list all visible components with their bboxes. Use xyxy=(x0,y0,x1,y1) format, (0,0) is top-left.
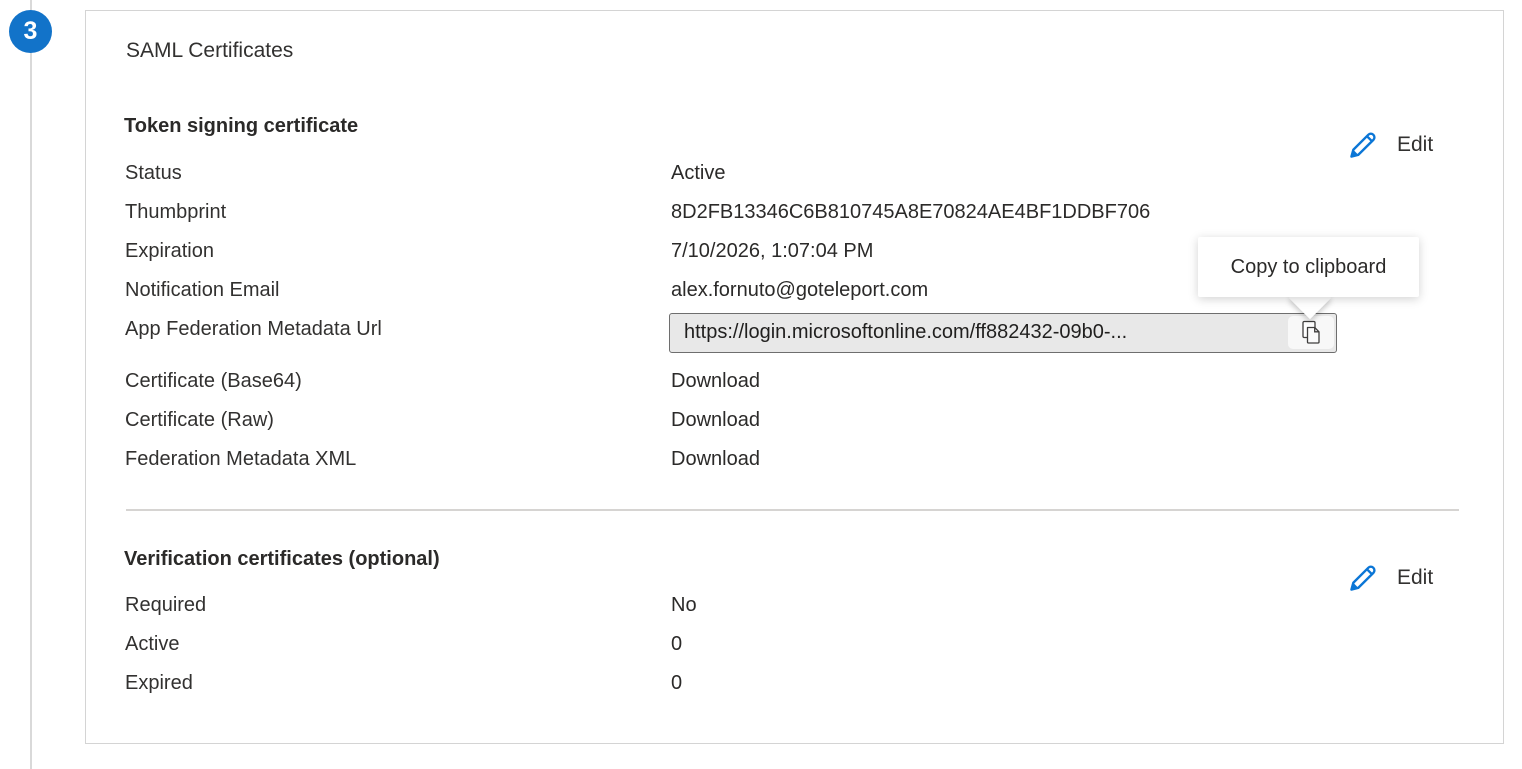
expired-count-label: Expired xyxy=(125,672,193,695)
required-row: Required No xyxy=(86,594,1503,618)
expired-count-row: Expired 0 xyxy=(86,672,1503,696)
download-federation-metadata-xml-link[interactable]: Download xyxy=(671,448,760,471)
app-federation-metadata-url-field[interactable]: https://login.microsoftonline.com/ff8824… xyxy=(669,313,1337,353)
thumbprint-label: Thumbprint xyxy=(125,201,226,224)
copy-icon xyxy=(1300,319,1322,346)
expired-count-value: 0 xyxy=(671,672,682,695)
copy-to-clipboard-tooltip: Copy to clipboard xyxy=(1198,237,1419,297)
expiration-value: 7/10/2026, 1:07:04 PM xyxy=(671,240,873,263)
copy-to-clipboard-button[interactable] xyxy=(1288,316,1334,349)
pencil-icon xyxy=(1346,128,1380,162)
edit-button-label: Edit xyxy=(1397,566,1433,590)
certificate-base64-label: Certificate (Base64) xyxy=(125,370,302,393)
certificate-raw-row: Certificate (Raw) Download xyxy=(86,409,1503,433)
verification-certificates-heading: Verification certificates (optional) xyxy=(124,548,440,571)
download-certificate-raw-link[interactable]: Download xyxy=(671,409,760,432)
notification-email-value: alex.fornuto@goteleport.com xyxy=(671,279,928,302)
edit-button-label: Edit xyxy=(1397,133,1433,157)
thumbprint-row: Thumbprint 8D2FB13346C6B810745A8E70824AE… xyxy=(86,201,1503,225)
edit-token-signing-certificate-button[interactable]: Edit xyxy=(1346,128,1433,162)
federation-metadata-xml-label: Federation Metadata XML xyxy=(125,448,356,471)
active-count-row: Active 0 xyxy=(86,633,1503,657)
expiration-label: Expiration xyxy=(125,240,214,263)
notification-email-label: Notification Email xyxy=(125,279,280,302)
panel-title: SAML Certificates xyxy=(126,39,293,63)
step-connector-line xyxy=(30,0,32,769)
active-count-value: 0 xyxy=(671,633,682,656)
download-certificate-base64-link[interactable]: Download xyxy=(671,370,760,393)
step-number-badge: 3 xyxy=(9,10,52,53)
pencil-icon xyxy=(1346,561,1380,595)
thumbprint-value: 8D2FB13346C6B810745A8E70824AE4BF1DDBF706 xyxy=(671,201,1150,224)
status-row: Status Active xyxy=(86,162,1503,186)
required-value: No xyxy=(671,594,697,617)
status-label: Status xyxy=(125,162,182,185)
token-signing-certificate-heading: Token signing certificate xyxy=(124,115,358,138)
active-count-label: Active xyxy=(125,633,179,656)
certificate-raw-label: Certificate (Raw) xyxy=(125,409,274,432)
app-federation-metadata-url-label: App Federation Metadata Url xyxy=(125,318,382,341)
saml-certificates-panel: SAML Certificates Token signing certific… xyxy=(85,10,1504,744)
status-value: Active xyxy=(671,162,725,185)
edit-verification-certificates-button[interactable]: Edit xyxy=(1346,561,1433,595)
certificate-base64-row: Certificate (Base64) Download xyxy=(86,370,1503,394)
federation-metadata-xml-row: Federation Metadata XML Download xyxy=(86,448,1503,472)
required-label: Required xyxy=(125,594,206,617)
section-divider xyxy=(126,509,1459,511)
